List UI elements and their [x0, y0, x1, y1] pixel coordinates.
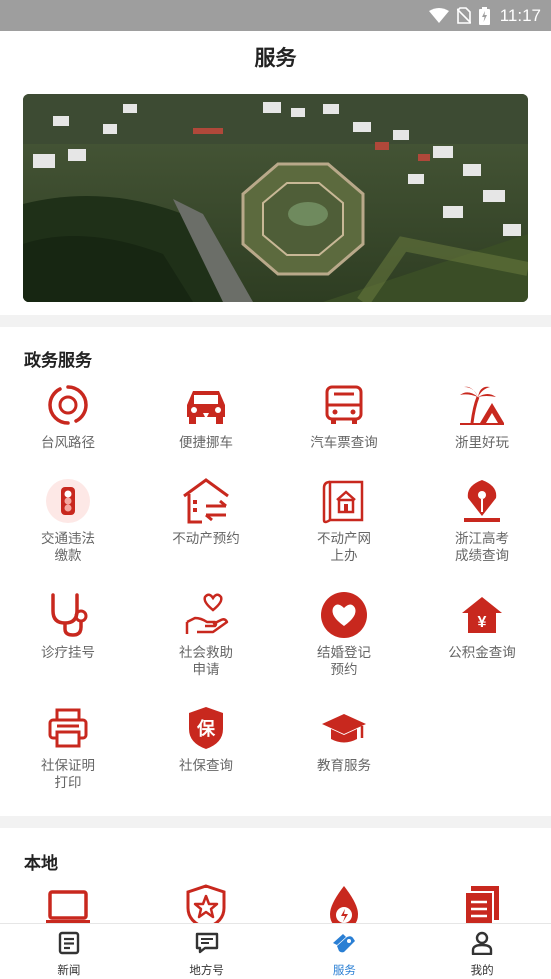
service-label: 教育服务 — [317, 758, 371, 774]
house-yuan-icon: ¥ — [457, 590, 507, 640]
service-label: 浙里好玩 — [455, 435, 509, 451]
service-zheli-fun[interactable]: 浙里好玩 — [417, 380, 547, 452]
section-title-gov: 政务服务 — [24, 351, 92, 371]
service-social-security-query[interactable]: 保 社保查询 — [141, 703, 271, 775]
battery-charging-icon — [478, 6, 490, 25]
palm-island-icon — [457, 380, 507, 430]
service-icon — [331, 931, 357, 959]
stethoscope-icon — [43, 590, 93, 640]
tab-label: 新闻 — [57, 963, 81, 977]
person-icon — [470, 931, 494, 959]
service-label: 汽车票查询 — [310, 435, 378, 451]
service-label: 便捷挪车 — [179, 435, 233, 451]
typhoon-icon — [43, 380, 93, 430]
bottom-tab-bar: 新闻 地方号 服务 我的 — [0, 923, 551, 979]
service-label: 不动产预约 — [172, 531, 240, 547]
service-gaokao-score[interactable]: 浙江高考 成绩查询 — [417, 476, 547, 565]
service-label: 结婚登记 预约 — [317, 645, 371, 678]
service-marriage-appointment[interactable]: 结婚登记 预约 — [279, 590, 409, 679]
tab-mine[interactable]: 我的 — [413, 924, 551, 979]
bus-icon — [319, 380, 369, 430]
status-bar: 11:17 — [0, 0, 551, 31]
service-label: 社保查询 — [179, 758, 233, 774]
section-divider — [0, 315, 551, 327]
heart-circle-icon — [319, 590, 369, 640]
chat-icon — [195, 931, 219, 959]
service-label: 浙江高考 成绩查询 — [455, 531, 509, 564]
section-title-local: 本地 — [24, 854, 58, 874]
service-label: 诊疗挂号 — [41, 645, 95, 661]
service-label: 社保证明 打印 — [41, 758, 95, 791]
tab-label: 服务 — [332, 963, 356, 977]
graduation-cap-icon — [319, 703, 369, 753]
service-label: 不动产网 上办 — [317, 531, 371, 564]
svg-text:保: 保 — [196, 718, 216, 740]
service-property-online[interactable]: 不动产网 上办 — [279, 476, 409, 565]
service-education[interactable]: 教育服务 — [279, 703, 409, 775]
service-label: 公积金查询 — [448, 645, 516, 661]
clock: 11:17 — [499, 5, 541, 25]
car-icon — [181, 380, 231, 430]
service-social-assistance[interactable]: 社会救助 申请 — [141, 590, 271, 679]
service-label: 交通违法 缴款 — [41, 531, 95, 564]
tab-local-accounts[interactable]: 地方号 — [138, 924, 276, 979]
service-medical-registration[interactable]: 诊疗挂号 — [3, 590, 133, 662]
service-property-appointment[interactable]: 不动产预约 — [141, 476, 271, 548]
no-sim-icon — [456, 7, 471, 24]
service-bus-ticket[interactable]: 汽车票查询 — [279, 380, 409, 452]
tab-news[interactable]: 新闻 — [0, 924, 138, 979]
property-doc-icon — [319, 476, 369, 526]
printer-icon — [43, 703, 93, 753]
house-exchange-icon — [181, 476, 231, 526]
pen-nib-icon — [457, 476, 507, 526]
page-title: 服务 — [254, 46, 297, 70]
service-traffic-fine[interactable]: 交通违法 缴款 — [3, 476, 133, 565]
heart-hand-icon — [181, 590, 231, 640]
svg-text:¥: ¥ — [478, 614, 487, 631]
tab-label: 地方号 — [189, 963, 224, 977]
page-header: 服务 — [0, 31, 551, 83]
service-typhoon-path[interactable]: 台风路径 — [3, 380, 133, 452]
news-icon — [57, 931, 81, 959]
service-easy-move-car[interactable]: 便捷挪车 — [141, 380, 271, 452]
banner-image[interactable] — [23, 94, 528, 302]
service-label: 台风路径 — [41, 435, 95, 451]
section-divider — [0, 816, 551, 828]
wifi-icon — [428, 7, 449, 24]
tab-label: 我的 — [470, 963, 494, 977]
traffic-light-icon — [43, 476, 93, 526]
tab-services[interactable]: 服务 — [276, 924, 414, 979]
shield-bao-icon: 保 — [181, 703, 231, 753]
service-label: 社会救助 申请 — [179, 645, 233, 678]
service-social-security-print[interactable]: 社保证明 打印 — [3, 703, 133, 792]
service-housing-fund[interactable]: ¥ 公积金查询 — [417, 590, 547, 662]
